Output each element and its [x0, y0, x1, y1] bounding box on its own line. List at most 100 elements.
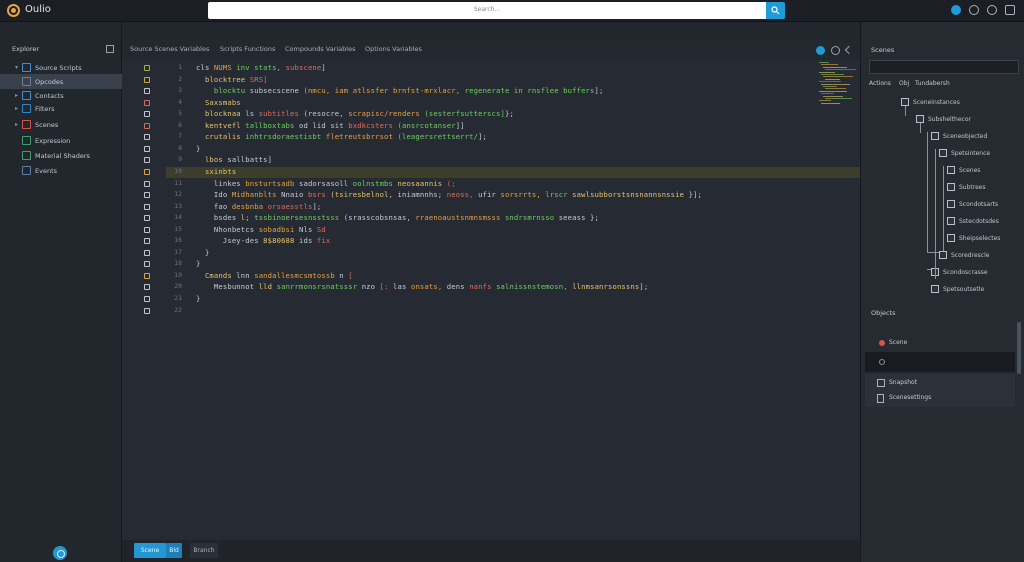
sidebar-item[interactable]: ▸ Filters	[0, 101, 122, 116]
code-token: }];	[688, 190, 703, 200]
code-token: blocktu	[196, 86, 250, 96]
sidebar-item[interactable]: Expression	[0, 133, 122, 148]
tab-source[interactable]: Source Scenes Variables	[130, 45, 209, 53]
code-token: neoss,	[446, 190, 479, 200]
tree-header-actions[interactable]: Actions	[869, 80, 891, 87]
code-line: crutalis inhtrsdoraestisbt fletreutsbrrs…	[196, 132, 487, 141]
code-token: Nls	[298, 224, 317, 234]
footer-row-settings[interactable]: Scenesettings	[865, 389, 1015, 407]
objects-title: Objects	[871, 309, 896, 317]
gutter-marker-icon[interactable]	[144, 284, 150, 291]
line-number: 3	[178, 86, 182, 95]
tree-node-label: Subshelthecor	[928, 115, 971, 123]
panel-search-input[interactable]	[869, 60, 1019, 74]
gutter-marker-icon[interactable]	[144, 249, 150, 256]
node-icon	[947, 234, 955, 242]
gutter-marker-icon[interactable]	[144, 192, 150, 199]
build-button[interactable]: Bld	[166, 543, 182, 558]
gutter-marker-icon[interactable]	[144, 203, 150, 210]
gutter-marker-icon[interactable]	[144, 134, 150, 141]
code-token: }	[196, 294, 201, 303]
gutter-marker-icon[interactable]	[144, 99, 150, 106]
code-token: }	[196, 247, 210, 257]
chevron-icon[interactable]: ▾	[15, 64, 18, 71]
code-line: }	[196, 259, 200, 268]
minimap-line	[821, 64, 838, 66]
object-row-label: Scene	[889, 339, 908, 346]
tab-compounds[interactable]: Compounds Variables	[285, 45, 355, 53]
minimap-line	[823, 76, 853, 78]
gutter-marker-icon[interactable]	[144, 76, 150, 83]
search-button[interactable]	[766, 2, 785, 19]
gutter-marker-icon[interactable]	[144, 157, 150, 164]
code-token: sallbatts]	[227, 155, 273, 165]
code-token: desbnba	[231, 201, 268, 211]
gutter-marker-icon[interactable]	[144, 272, 150, 279]
code-token: subsecscene	[249, 86, 304, 96]
code-token: rraenoaustsnmnsmsss	[415, 213, 505, 223]
sidebar-item[interactable]: ▸ Scenes	[0, 117, 122, 132]
gutter-marker-icon[interactable]	[144, 215, 150, 222]
sidebar-item[interactable]: ▾ Source Scripts	[0, 60, 122, 75]
info-icon[interactable]	[951, 5, 961, 15]
search-input[interactable]: Search...	[208, 2, 766, 19]
code-token: lrscr	[545, 190, 573, 200]
code-token: (sesterfsutterscs]	[424, 109, 505, 119]
gutter-marker-icon[interactable]	[144, 261, 150, 268]
gutter-marker-icon[interactable]	[144, 111, 150, 118]
gutter-marker-icon[interactable]	[144, 296, 150, 302]
collapse-icon[interactable]	[844, 45, 854, 55]
tab-options[interactable]: Options Variables	[365, 45, 422, 53]
sidebar-item[interactable]: Opcodes	[0, 74, 122, 89]
object-row-scene[interactable]: Scene	[865, 334, 1015, 352]
code-token: bxdkcsters	[348, 120, 398, 130]
code-token: Nhonbetcs	[196, 224, 259, 234]
code-token: iniamnnhs;	[397, 190, 447, 200]
gutter-marker-icon[interactable]	[144, 238, 150, 245]
code-line: Saxsmabs	[196, 98, 245, 107]
chevron-icon[interactable]: ▸	[15, 121, 18, 128]
sidebar-item[interactable]: Material Shaders	[0, 148, 122, 163]
add-button[interactable]	[53, 546, 67, 560]
file-green-icon	[22, 136, 31, 145]
tree-header-name[interactable]: Tundabersh	[915, 80, 950, 87]
tab-scripts[interactable]: Scripts Functions	[220, 45, 275, 53]
tree-header-obj[interactable]: Obj	[899, 80, 909, 87]
minimap[interactable]	[819, 62, 856, 106]
scene-button[interactable]: Scene	[134, 543, 166, 558]
debug-icon[interactable]	[831, 46, 840, 55]
minimap-line	[819, 81, 841, 83]
gutter-marker-icon[interactable]	[144, 307, 150, 314]
panel-scrollbar[interactable]	[1017, 322, 1021, 374]
gutter-marker-icon[interactable]	[144, 88, 150, 95]
gutter-marker-icon[interactable]	[144, 226, 150, 233]
code-token: Saxsmabs	[196, 97, 246, 107]
tree-connector	[943, 166, 944, 251]
line-number: 17	[174, 247, 182, 256]
gutter-marker-icon[interactable]	[144, 145, 150, 152]
code-editor[interactable]: 1 2 3 4 5 6 7 8 9 10 11 12 13 14 15 16 17 18 19 20 21 22 cls …	[122, 60, 860, 540]
gutter-marker-icon[interactable]	[144, 168, 150, 175]
branch-button[interactable]: Branch	[190, 543, 218, 558]
gutter-marker-icon[interactable]	[144, 122, 150, 129]
user-icon[interactable]	[987, 5, 997, 15]
code-token: onsats,	[410, 282, 447, 292]
sidebar-item[interactable]: Events	[0, 163, 122, 178]
minimap-line	[823, 86, 837, 87]
app-name[interactable]: Oulio	[25, 4, 51, 15]
gutter-marker-icon[interactable]	[144, 65, 150, 71]
window-icon[interactable]	[1005, 5, 1015, 15]
tree-node-label: Sceneinstances	[913, 98, 960, 106]
settings-icon[interactable]	[969, 5, 979, 15]
gutter-marker-icon[interactable]	[144, 180, 150, 187]
code-token: sobadbsi	[258, 224, 299, 234]
run-icon[interactable]	[816, 46, 825, 55]
chevron-icon[interactable]: ▸	[15, 105, 18, 112]
object-row-empty[interactable]	[865, 352, 1015, 372]
chevron-icon[interactable]: ▸	[15, 92, 18, 99]
logo-icon[interactable]	[7, 4, 20, 17]
code-line: Cmands lnn sandallesmcsmtossb n [	[196, 271, 353, 280]
code-token: (srasscobsnsas,	[343, 213, 416, 223]
code-line: }	[196, 294, 200, 303]
new-item-icon[interactable]	[106, 45, 114, 53]
